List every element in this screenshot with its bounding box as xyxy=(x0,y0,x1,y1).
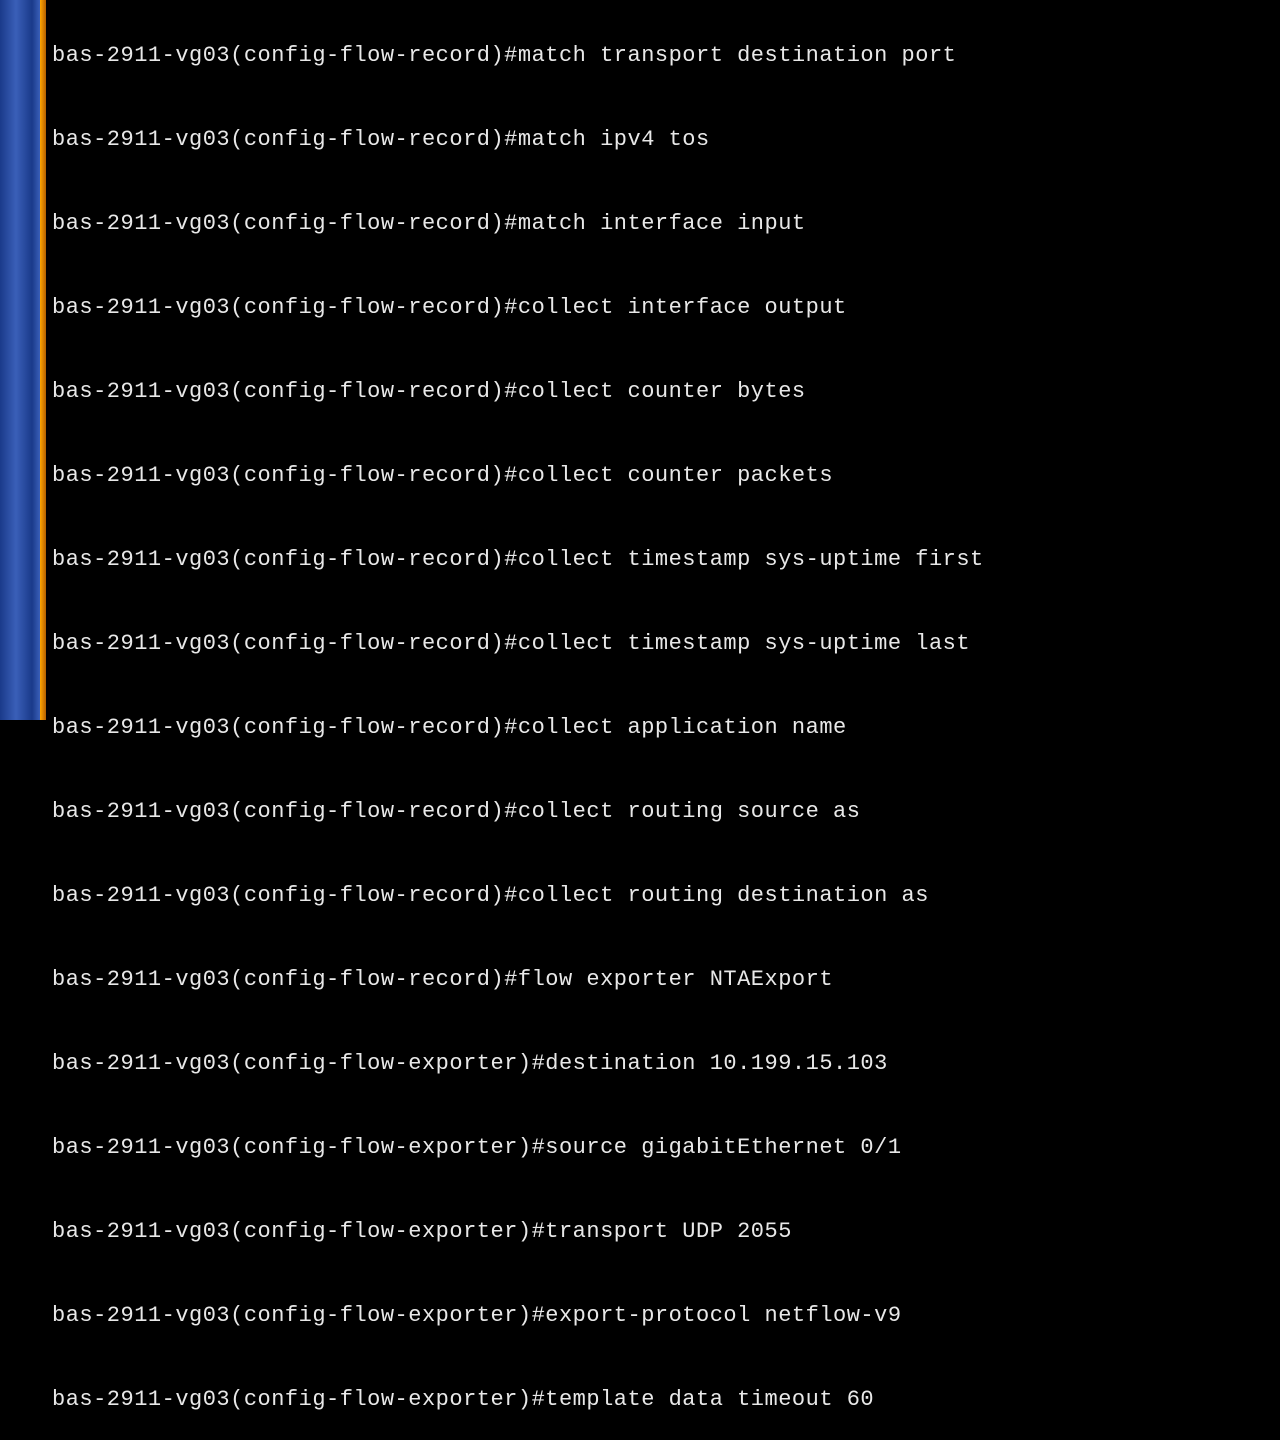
terminal-line: bas-2911-vg03(config-flow-record)#collec… xyxy=(52,462,1274,490)
terminal-line: bas-2911-vg03(config-flow-record)#collec… xyxy=(52,630,1274,658)
terminal-line: bas-2911-vg03(config-flow-record)#collec… xyxy=(52,798,1274,826)
terminal-line: bas-2911-vg03(config-flow-exporter)#tran… xyxy=(52,1218,1274,1246)
terminal-line: bas-2911-vg03(config-flow-record)#flow e… xyxy=(52,966,1274,994)
desktop-background-strip xyxy=(0,0,40,720)
terminal-line: bas-2911-vg03(config-flow-record)#collec… xyxy=(52,882,1274,910)
terminal-line: bas-2911-vg03(config-flow-record)#match … xyxy=(52,210,1274,238)
terminal-line: bas-2911-vg03(config-flow-record)#collec… xyxy=(52,378,1274,406)
terminal-line: bas-2911-vg03(config-flow-record)#match … xyxy=(52,126,1274,154)
terminal-line: bas-2911-vg03(config-flow-exporter)#sour… xyxy=(52,1134,1274,1162)
terminal-line: bas-2911-vg03(config-flow-record)#collec… xyxy=(52,714,1274,742)
terminal-line: bas-2911-vg03(config-flow-exporter)#expo… xyxy=(52,1302,1274,1330)
terminal-line: bas-2911-vg03(config-flow-exporter)#dest… xyxy=(52,1050,1274,1078)
terminal-line: bas-2911-vg03(config-flow-record)#collec… xyxy=(52,546,1274,574)
terminal-line: bas-2911-vg03(config-flow-exporter)#temp… xyxy=(52,1386,1274,1414)
terminal-line: bas-2911-vg03(config-flow-record)#collec… xyxy=(52,294,1274,322)
terminal-line: bas-2911-vg03(config-flow-record)#match … xyxy=(52,42,1274,70)
terminal-output[interactable]: bas-2911-vg03(config-flow-record)#match … xyxy=(46,0,1280,720)
